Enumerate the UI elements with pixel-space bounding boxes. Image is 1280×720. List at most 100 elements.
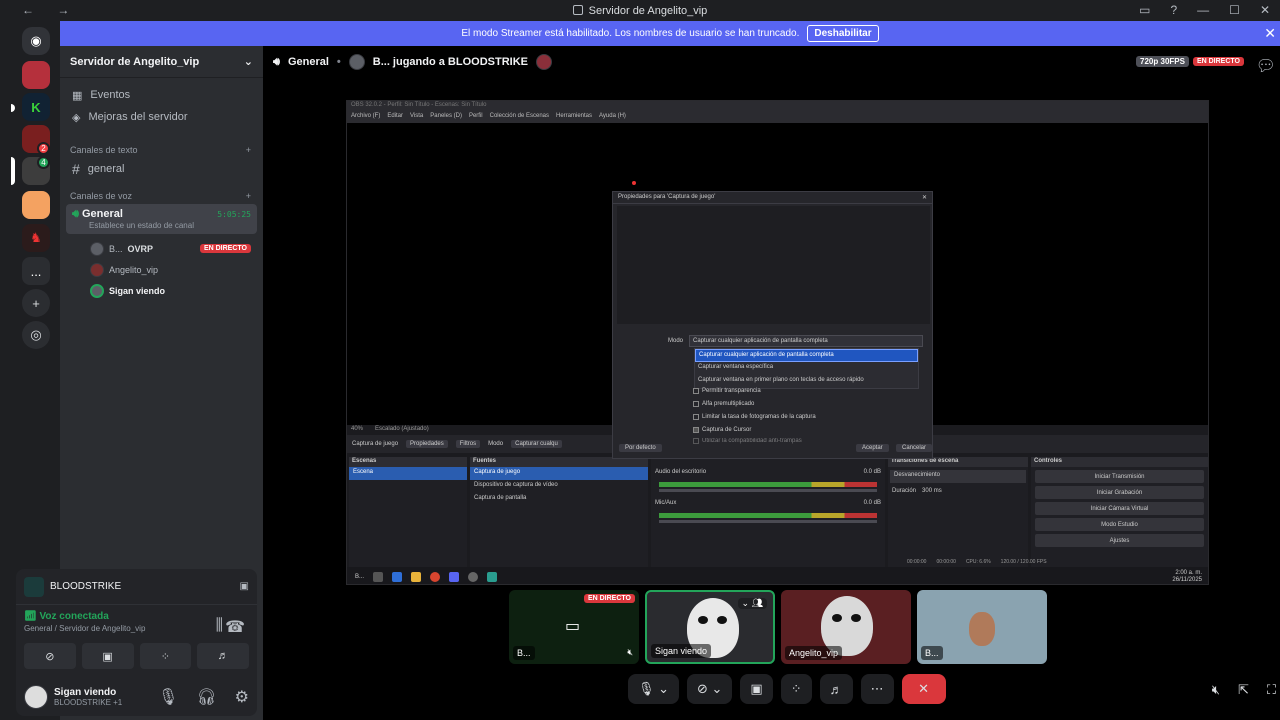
obs-menu-item: Perfil <box>468 113 483 119</box>
discord-home-icon[interactable]: ◉ <box>22 27 50 55</box>
gear-icon[interactable]: ⚙ <box>235 687 249 707</box>
call-controls: 🎙︎ ⌄ ⊘ ⌄ ▣ ⁘ ♬ ⋯ ✕ <box>628 674 946 704</box>
participant-tile[interactable]: Angelito_vip <box>781 590 911 664</box>
disconnect-icon[interactable]: ☎ <box>225 617 245 637</box>
obs-mode-value: Capturar cualqu <box>511 440 562 448</box>
server-header[interactable]: Servidor de Angelito_vip ⌄ <box>60 46 263 78</box>
inbox-icon[interactable]: ▭ <box>1139 3 1150 17</box>
mic-toggle-button[interactable]: 🎙︎ ⌄ <box>628 674 680 704</box>
server-icon-1[interactable] <box>22 61 50 89</box>
server-icon-5[interactable]: ♞ <box>22 224 50 252</box>
volume-slider <box>659 489 877 492</box>
channel-name: General <box>287 56 329 68</box>
activities-button[interactable]: ⁘ <box>139 643 192 669</box>
voice-user[interactable]: Sigan viendo <box>60 280 263 301</box>
channel-label: general <box>87 163 125 175</box>
close-window-button[interactable]: ✕ <box>1260 3 1270 17</box>
volume-mute-icon[interactable]: 🔇︎ <box>1212 682 1220 698</box>
avatar <box>90 262 104 277</box>
chat-icon[interactable]: 💬︎ <box>1256 56 1276 76</box>
camera-toggle-button[interactable]: ⊘ ⌄ <box>687 674 733 704</box>
avatar <box>969 612 995 646</box>
channel-general[interactable]: # general <box>60 158 263 180</box>
mixer-db: 0.0 dB <box>863 469 881 475</box>
category-text-channels[interactable]: Canales de texto + <box>60 142 263 158</box>
obs-menu-item: Editar <box>387 113 404 119</box>
server-folder-more[interactable]: ... <box>22 257 50 285</box>
soundboard-button[interactable]: ♬ <box>197 643 249 669</box>
more-options-button[interactable]: ⋯ <box>860 674 894 704</box>
source-item: Captura de juego <box>470 467 648 480</box>
headphones-icon[interactable]: 🎧︎ <box>196 687 216 707</box>
activity-bar[interactable]: BLOODSTRIKE ▣ <box>16 569 257 605</box>
obs-control-button: Modo Estudio <box>1035 518 1204 531</box>
activities-button[interactable]: ⁘ <box>780 674 812 704</box>
tile-options-icon[interactable]: ⌄ 👥︎ <box>737 598 767 609</box>
window-title: Servidor de Angelito_vip <box>588 4 708 17</box>
checkbox <box>693 401 699 407</box>
participant-tile[interactable]: B... <box>917 590 1047 664</box>
minimize-button[interactable]: — <box>1197 3 1209 17</box>
server-icon-2[interactable]: K <box>22 93 50 121</box>
obs-filters: Filtros <box>455 440 481 448</box>
maximize-button[interactable]: ☐ <box>1229 3 1240 17</box>
leave-call-button[interactable]: ✕ <box>901 674 946 704</box>
boost-icon: ◈ <box>72 111 81 124</box>
checkbox-label: Alfa premultiplicado <box>702 401 755 407</box>
signal-icon[interactable]: 📶︎ <box>24 611 37 622</box>
disable-streamer-button[interactable]: Deshabilitar <box>807 25 879 42</box>
banner-close-icon[interactable]: ✕ <box>1264 25 1276 42</box>
history-nav-icons[interactable]: ← → <box>22 3 79 17</box>
sidebar-item-boosts[interactable]: ◈ Mejoras del servidor <box>60 106 263 128</box>
banner-text: El modo Streamer está habilitado. Los no… <box>461 28 800 39</box>
popout-icon[interactable]: ⇱ <box>1238 682 1249 698</box>
taskbar-chrome-icon <box>430 571 441 582</box>
obs-menu-item: Paneles (D) <box>430 113 462 119</box>
mic-icon[interactable]: 🎙︎ <box>158 687 178 707</box>
share-screen-button[interactable]: ▣ <box>81 643 134 669</box>
explore-icon[interactable]: ◎ <box>22 321 50 349</box>
obs-stat: 120.00 / 120.00 FPS <box>1000 559 1047 565</box>
help-icon[interactable]: ? <box>1170 3 1177 17</box>
obs-menu-item: Colección de Escenas <box>489 113 549 119</box>
participant-tile[interactable]: Sigan viendo ⌄ 👥︎ <box>645 590 775 664</box>
noise-suppression-icon[interactable]: ⫼ <box>216 617 223 635</box>
add-server-icon[interactable]: + <box>22 289 50 317</box>
sidebar-item-events[interactable]: ▦ Eventos <box>60 84 263 106</box>
voice-user-name: Sigan viendo <box>109 285 166 296</box>
obs-source-name: Captura de juego <box>352 441 399 447</box>
category-voice-channels[interactable]: Canales de voz + <box>60 188 263 204</box>
voice-channel-general[interactable]: 🔊︎ General 5:05:25 Establece un estado de… <box>66 204 257 234</box>
voice-status[interactable]: Voz conectada <box>39 611 108 622</box>
speaker-icon: 🔊︎ <box>72 208 79 220</box>
game-avatar <box>536 54 552 70</box>
avatar <box>24 685 48 709</box>
stream-video[interactable]: OBS 32.0.2 - Perfil: Sin Título - Escena… <box>346 100 1209 585</box>
voice-channel-status[interactable]: Establece un estado de canal <box>89 221 251 230</box>
taskbar-obs-icon <box>468 571 479 582</box>
live-badge: EN DIRECTO <box>583 594 635 603</box>
current-user[interactable]: Sigan viendo BLOODSTRIKE +1 🎙︎ 🎧︎ ⚙ <box>16 677 257 716</box>
taskbar-start: B... <box>355 573 365 580</box>
stream-quality: 720p 30FPS EN DIRECTO <box>1136 56 1244 67</box>
source-item: Captura de pantalla <box>474 495 527 501</box>
camera-off-button[interactable]: ⊘ <box>24 643 76 669</box>
checkbox-label: Captura de Cursor <box>702 427 752 433</box>
fullscreen-icon[interactable]: ⛶ <box>1267 682 1276 698</box>
share-screen-button[interactable]: ▣ <box>740 674 773 704</box>
taskbar-discord-icon <box>449 571 460 582</box>
participant-tile[interactable]: EN DIRECTO ▭ B... 🔇︎ <box>509 590 639 664</box>
add-channel-icon[interactable]: + <box>246 191 251 201</box>
voice-user[interactable]: B... OVRP EN DIRECTO <box>60 238 263 259</box>
obs-sources-dock: Fuentes Captura de juego Dispositivo de … <box>470 457 648 567</box>
mixer-channel: Mic/Aux <box>655 500 677 506</box>
soundboard-button[interactable]: ♬ <box>819 674 853 704</box>
obs-control-button: Iniciar Cámara Virtual <box>1035 502 1204 515</box>
server-icon-4[interactable] <box>22 191 50 219</box>
user-activity: BLOODSTRIKE +1 <box>54 698 123 707</box>
muted-icon: 🔇︎ <box>627 647 633 657</box>
window-titlebar: ← → Servidor de Angelito_vip ▭ ? — ☐ ✕ <box>0 0 1280 21</box>
screen-share-icon[interactable]: ▣ <box>240 581 249 592</box>
add-channel-icon[interactable]: + <box>246 145 251 155</box>
voice-user[interactable]: Angelito_vip <box>60 259 263 280</box>
